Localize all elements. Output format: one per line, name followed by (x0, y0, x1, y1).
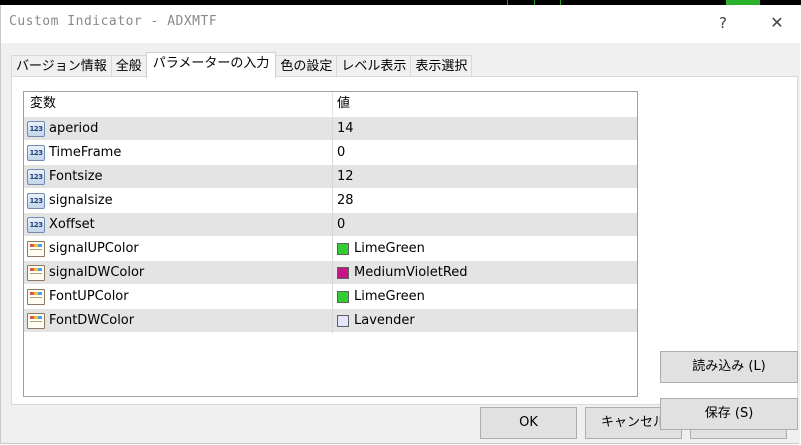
tab-general[interactable]: 全般 (110, 55, 147, 76)
parameter-value-cell[interactable]: 0 (333, 141, 637, 165)
tab-colors[interactable]: 色の設定 (275, 55, 338, 76)
parameter-value: 12 (337, 169, 354, 184)
table-row[interactable]: 123 signalsize 28 (24, 188, 637, 213)
table-row[interactable]: 123 TimeFrame 0 (24, 140, 637, 165)
parameter-value: LimeGreen (354, 289, 425, 304)
numeric-icon: 123 (27, 168, 45, 185)
parameter-value-cell[interactable]: 0 (333, 213, 637, 237)
ok-button[interactable]: OK (480, 407, 577, 439)
table-row[interactable]: FontUPColor LimeGreen (24, 284, 637, 309)
parameter-name: FontDWColor (49, 313, 135, 328)
parameter-value-cell[interactable]: 14 (333, 117, 637, 141)
tab-bar: バージョン情報 全般 パラメーターの入力 色の設定 レベル表示 表示選択 (11, 52, 473, 78)
parameter-name-cell[interactable]: 123 Fontsize (24, 164, 333, 189)
parameter-name: signalUPColor (49, 241, 139, 256)
window-title: Custom Indicator - ADXMTF (9, 14, 218, 29)
grid-rows: 123 aperiod 14 123 TimeFrame 0 123 Fontsize 12 12… (24, 116, 637, 333)
parameter-name: signalDWColor (49, 265, 145, 280)
parameter-value: 14 (337, 121, 354, 136)
parameter-name: TimeFrame (49, 145, 122, 160)
help-button[interactable]: ? (709, 11, 737, 35)
parameter-value-cell[interactable]: MediumVioletRed (333, 261, 637, 285)
numeric-icon: 123 (27, 192, 45, 209)
dialog-client-area: バージョン情報 全般 パラメーターの入力 色の設定 レベル表示 表示選択 変数 … (1, 43, 800, 443)
parameter-value: 0 (337, 217, 346, 232)
title-bar[interactable]: Custom Indicator - ADXMTF ? ✕ (1, 5, 800, 43)
close-button[interactable]: ✕ (763, 11, 791, 35)
parameter-name-cell[interactable]: 123 Xoffset (24, 212, 333, 237)
parameter-name: Xoffset (49, 217, 95, 232)
parameter-value: Lavender (354, 313, 415, 328)
table-row[interactable]: 123 Fontsize 12 (24, 164, 637, 189)
table-row[interactable]: signalUPColor LimeGreen (24, 236, 637, 261)
parameter-value: 0 (337, 145, 346, 160)
save-button[interactable]: 保存 (S) (660, 398, 798, 430)
parameter-name-cell[interactable]: FontUPColor (24, 284, 333, 309)
color-swatch (337, 314, 349, 327)
color-swatch (337, 266, 349, 279)
parameter-name-cell[interactable]: FontDWColor (24, 308, 333, 333)
color-swatch (337, 242, 349, 255)
color-icon (27, 264, 45, 281)
parameter-value: 28 (337, 193, 354, 208)
parameters-grid: 変数 値 123 aperiod 14 123 TimeFrame 0 123 Fontsiz… (23, 91, 638, 397)
color-icon (27, 240, 45, 257)
parameter-name-cell[interactable]: signalDWColor (24, 260, 333, 285)
table-row[interactable]: 123 Xoffset 0 (24, 212, 637, 237)
column-header-value[interactable]: 値 (333, 92, 637, 116)
numeric-icon: 123 (27, 216, 45, 233)
parameter-name: signalsize (49, 193, 113, 208)
color-icon (27, 288, 45, 305)
parameter-value: MediumVioletRed (354, 265, 468, 280)
tab-visualization[interactable]: 表示選択 (410, 55, 473, 76)
parameter-value-cell[interactable]: 12 (333, 165, 637, 189)
table-row[interactable]: FontDWColor Lavender (24, 308, 637, 333)
tab-input-parameters[interactable]: パラメーターの入力 (145, 52, 277, 78)
tab-version-info[interactable]: バージョン情報 (11, 55, 112, 76)
parameter-name-cell[interactable]: 123 TimeFrame (24, 140, 333, 165)
load-button[interactable]: 読み込み (L) (660, 351, 798, 383)
color-swatch (337, 290, 349, 303)
grid-header: 変数 値 (24, 92, 637, 117)
parameter-value-cell[interactable]: 28 (333, 189, 637, 213)
table-row[interactable]: signalDWColor MediumVioletRed (24, 260, 637, 285)
parameter-name: aperiod (49, 121, 99, 136)
numeric-icon: 123 (27, 144, 45, 161)
parameter-name: FontUPColor (49, 289, 129, 304)
parameter-value-cell[interactable]: LimeGreen (333, 285, 637, 309)
numeric-icon: 123 (27, 120, 45, 137)
parameter-name-cell[interactable]: 123 aperiod (24, 116, 333, 141)
parameter-name-cell[interactable]: 123 signalsize (24, 188, 333, 213)
color-icon (27, 312, 45, 329)
column-header-variable[interactable]: 変数 (24, 92, 333, 116)
parameter-value: LimeGreen (354, 241, 425, 256)
table-row[interactable]: 123 aperiod 14 (24, 116, 637, 141)
parameter-value-cell[interactable]: LimeGreen (333, 237, 637, 261)
parameter-value-cell[interactable]: Lavender (333, 309, 637, 333)
parameter-name-cell[interactable]: signalUPColor (24, 236, 333, 261)
indicator-dialog: Custom Indicator - ADXMTF ? ✕ バージョン情報 全般… (0, 5, 800, 444)
tab-levels[interactable]: レベル表示 (336, 55, 412, 76)
tab-panel-parameters: 変数 値 123 aperiod 14 123 TimeFrame 0 123 Fontsiz… (11, 76, 798, 430)
parameter-name: Fontsize (49, 169, 103, 184)
